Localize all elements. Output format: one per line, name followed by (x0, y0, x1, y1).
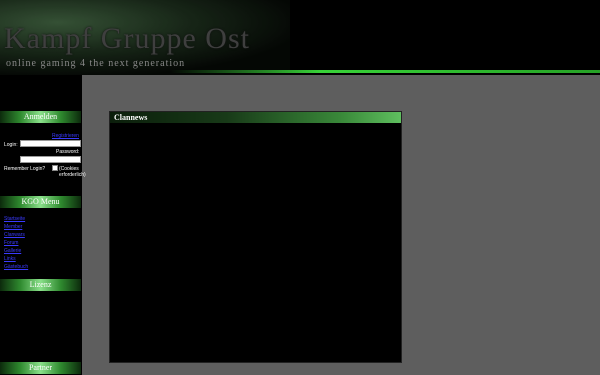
sidebar-header-login: Anmelden (0, 111, 81, 123)
remember-checkbox[interactable] (52, 165, 58, 171)
menu-item-gallerie[interactable]: Gallerie (4, 247, 28, 255)
site-header: Kampf Gruppe Ost online gaming 4 the nex… (0, 0, 600, 75)
password-label: Password: (56, 149, 80, 155)
login-input[interactable] (20, 140, 81, 147)
menu-item-member[interactable]: Member (4, 223, 28, 231)
password-input[interactable] (20, 156, 81, 163)
register-link[interactable]: Registrieren (52, 133, 79, 139)
sidebar-header-section4: Partner (0, 362, 81, 374)
clannews-panel: Clannews (110, 112, 401, 362)
menu-item-startseite[interactable]: Startseite (4, 215, 28, 223)
sidebar-header-section3: Lizenz (0, 279, 81, 291)
sidebar-header-menu: KGO Menu (0, 196, 81, 208)
menu-item-gaestebuch[interactable]: Gästebuch (4, 263, 28, 271)
menu-item-links[interactable]: Links (4, 255, 28, 263)
remember-label: Remember Login? (4, 166, 46, 172)
menu-list: Startseite Member Clanwars Forum Galleri… (4, 215, 28, 271)
cookies-note: (Cookies erforderlich) (59, 166, 86, 178)
menu-item-clanwars[interactable]: Clanwars (4, 231, 28, 239)
clannews-title: Clannews (110, 112, 401, 123)
header-divider (170, 70, 600, 73)
login-label: Login: (4, 142, 18, 148)
site-title: Kampf Gruppe Ost (4, 22, 250, 55)
site-subtitle: online gaming 4 the next generation (6, 58, 186, 69)
menu-item-forum[interactable]: Forum (4, 239, 28, 247)
